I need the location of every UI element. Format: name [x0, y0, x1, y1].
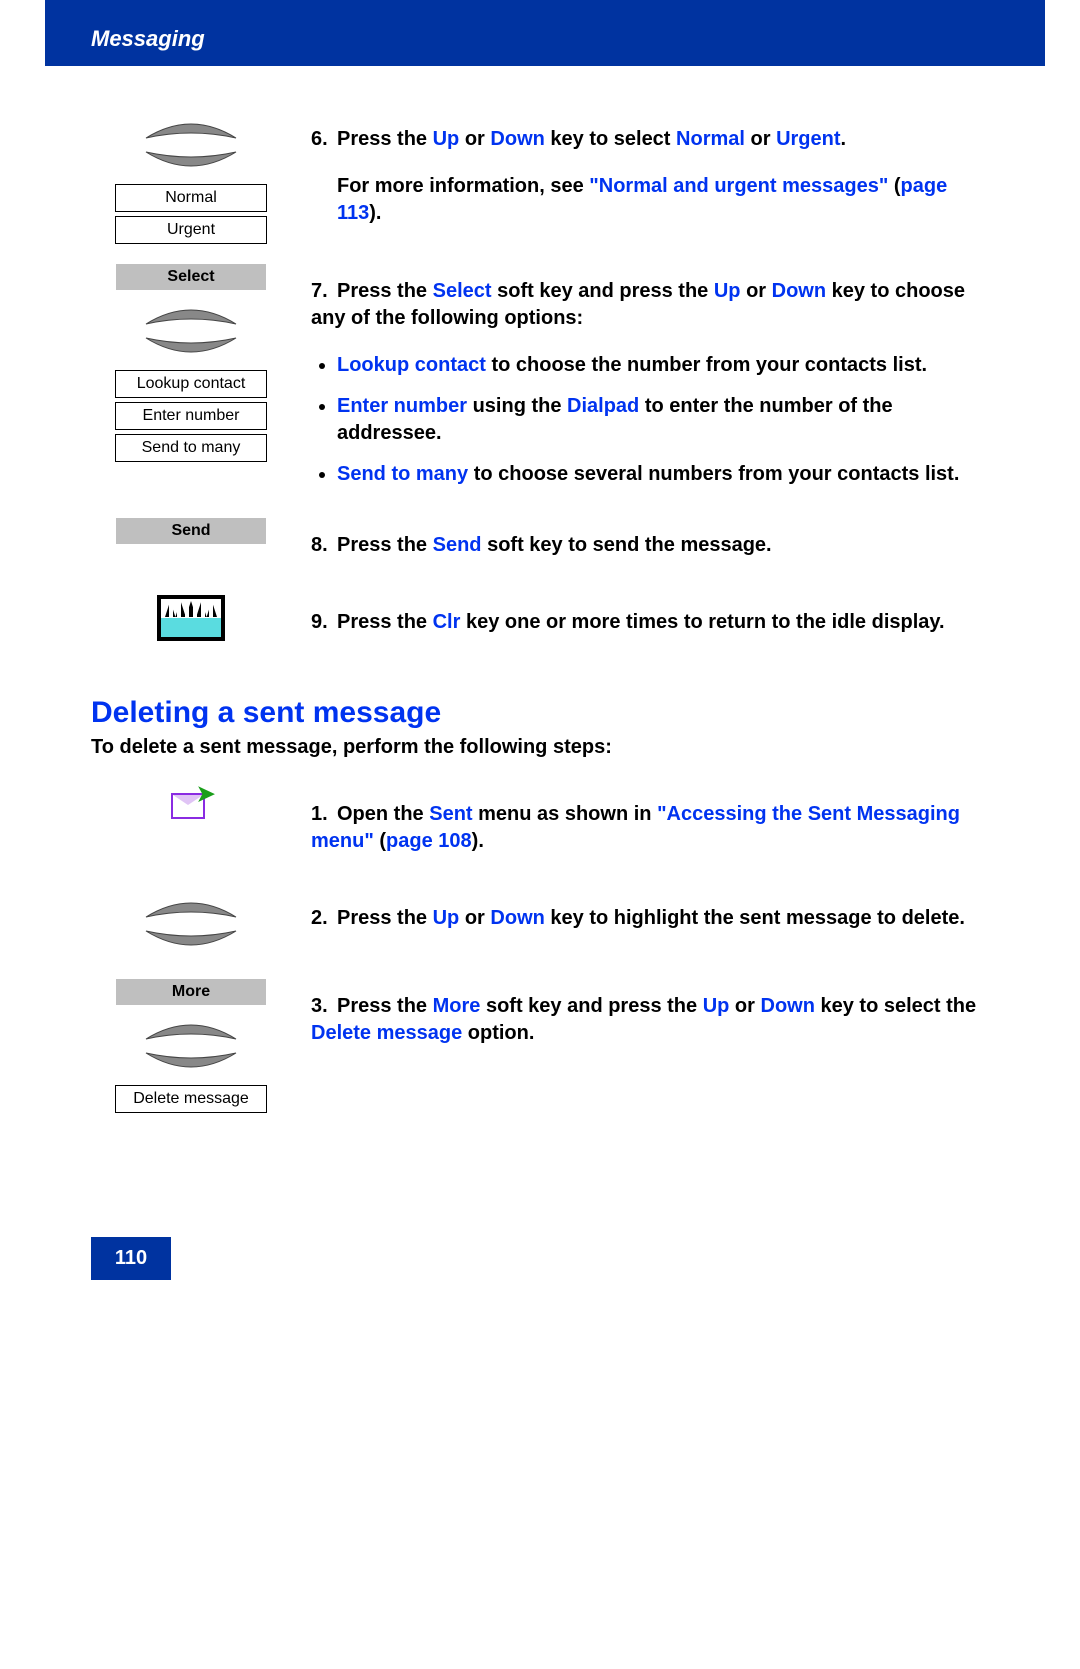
option-lookup-contact: Lookup contact: [115, 370, 267, 398]
step-6-more: For more information, see "Normal and ur…: [337, 173, 985, 227]
step-9-text: 9.Press the Clr key one or more times to…: [311, 609, 985, 636]
softkey-select: Select: [116, 264, 266, 290]
option-urgent: Urgent: [115, 216, 267, 244]
delete-step-2: 2.Press the Up or Down key to highlight …: [311, 905, 985, 932]
delete-step-3: 3.Press the More soft key and press the …: [311, 993, 985, 1047]
option-enter-number: Enter number: [115, 402, 267, 430]
header-title: Messaging: [91, 26, 205, 51]
nav-up-down-icon: [136, 110, 246, 180]
nav-up-down-icon: [136, 296, 246, 366]
step-6-text: 6.Press the Up or Down key to select Nor…: [311, 126, 985, 153]
step-7-bullets: Lookup contact to choose the number from…: [337, 352, 985, 488]
page-header: Messaging: [45, 0, 1045, 66]
option-send-to-many: Send to many: [115, 434, 267, 462]
nav-up-down-icon: [136, 889, 246, 959]
option-delete-message: Delete message: [115, 1085, 267, 1113]
up-key: Up: [433, 128, 460, 150]
link-page-108[interactable]: page 108: [386, 830, 472, 852]
delete-step-1: 1.Open the Sent menu as shown in "Access…: [311, 801, 985, 855]
link-normal-urgent[interactable]: "Normal and urgent messages": [589, 175, 888, 197]
softkey-send: Send: [116, 518, 266, 544]
softkey-more: More: [116, 979, 266, 1005]
down-key: Down: [490, 128, 544, 150]
section-title: Deleting a sent message: [91, 696, 985, 730]
step-7-text: 7.Press the Select soft key and press th…: [311, 278, 985, 332]
option-normal: Normal: [115, 184, 267, 212]
step-8-text: 8.Press the Send soft key to send the me…: [311, 532, 985, 559]
sent-menu-icon: ➤: [171, 787, 211, 819]
nav-up-down-icon: [136, 1011, 246, 1081]
section-intro: To delete a sent message, perform the fo…: [91, 736, 985, 759]
page-number: 110: [91, 1237, 171, 1280]
clr-key-icon: [157, 595, 225, 641]
